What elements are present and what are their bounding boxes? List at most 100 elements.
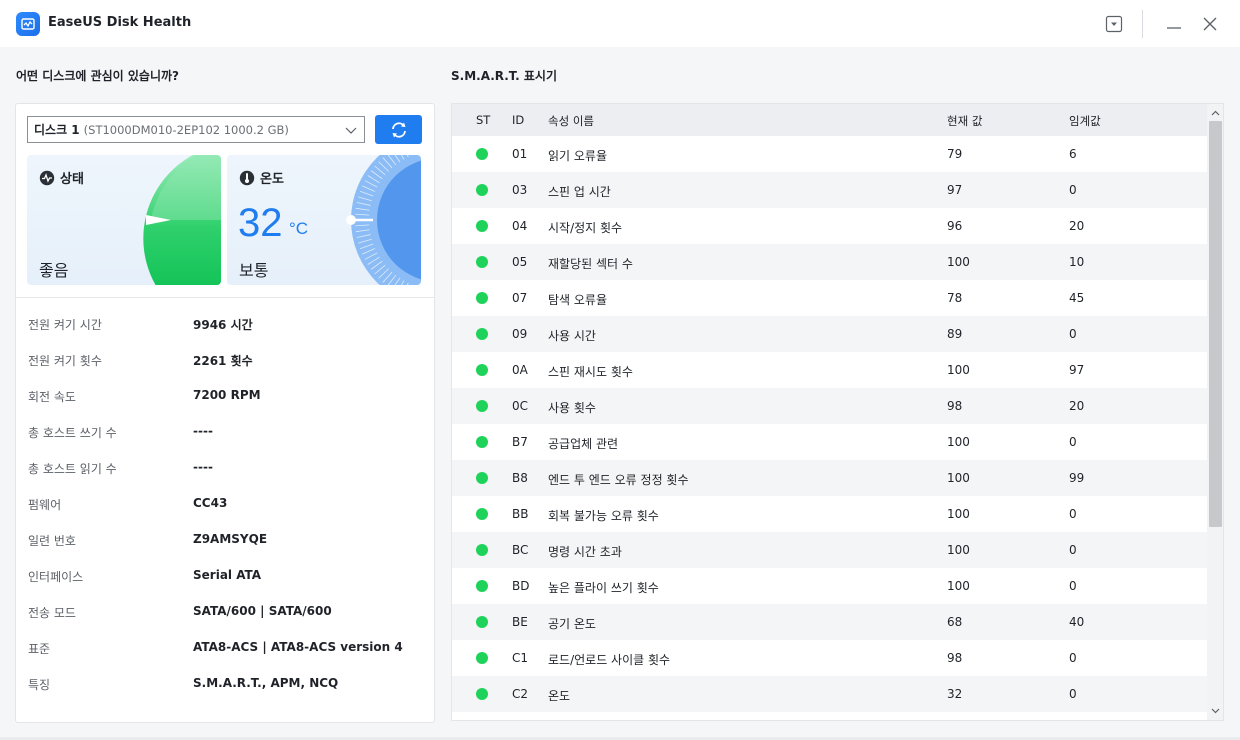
info-row: 전원 켜기 시간 9946 시간 xyxy=(28,316,428,336)
table-row[interactable]: B8 엔드 투 엔드 오류 정정 횟수 100 99 xyxy=(452,460,1207,496)
header-current: 현재 값 xyxy=(947,114,983,128)
status-dot-icon xyxy=(476,400,488,412)
attribute-name: 로드/언로드 사이클 횟수 xyxy=(548,653,671,667)
status-dot-icon xyxy=(476,688,488,700)
minimize-button[interactable] xyxy=(1163,12,1185,36)
info-key: 펌웨어 xyxy=(28,498,62,512)
thermometer-icon xyxy=(239,170,255,185)
current-value: 100 xyxy=(947,543,970,557)
attribute-id: 07 xyxy=(512,291,528,305)
threshold-value: 20 xyxy=(1069,219,1085,233)
attribute-id: 03 xyxy=(512,183,528,197)
table-row[interactable]: 09 사용 시간 89 0 xyxy=(452,316,1207,352)
attribute-id: BE xyxy=(512,615,528,629)
attribute-id: C1 xyxy=(512,651,529,665)
threshold-value: 0 xyxy=(1069,507,1077,521)
current-value: 100 xyxy=(947,471,970,485)
disk-select-dropdown[interactable]: 디스크 1 (ST1000DM010-2EP102 1000.2 GB) xyxy=(27,116,365,143)
scroll-up-icon[interactable] xyxy=(1211,110,1220,116)
temperature-value: 32 xyxy=(238,201,283,245)
threshold-value: 99 xyxy=(1069,471,1085,485)
status-dot-icon xyxy=(476,580,488,592)
table-row[interactable]: B7 공급업체 관련 100 0 xyxy=(452,424,1207,460)
smart-heading: S.M.A.R.T. 표시기 xyxy=(451,69,558,83)
info-row: 인터페이스 Serial ATA xyxy=(28,568,428,588)
info-value: S.M.A.R.T., APM, NCQ xyxy=(193,676,339,690)
attribute-id: B8 xyxy=(512,471,528,485)
temperature-label: 온도 xyxy=(239,168,284,187)
table-row[interactable]: C1 로드/언로드 사이클 횟수 98 0 xyxy=(452,640,1207,676)
attribute-name: 공기 온도 xyxy=(548,617,596,631)
attribute-id: 0A xyxy=(512,363,528,377)
status-dot-icon xyxy=(476,220,488,232)
current-value: 100 xyxy=(947,435,970,449)
menu-dropdown-button[interactable] xyxy=(1104,12,1124,36)
close-icon xyxy=(1203,17,1217,31)
header-st: ST xyxy=(476,113,491,127)
info-key: 표준 xyxy=(28,642,51,656)
title-bar: EaseUS Disk Health xyxy=(0,0,1240,47)
threshold-value: 10 xyxy=(1069,255,1085,269)
attribute-name: 높은 플라이 쓰기 횟수 xyxy=(548,581,659,595)
info-row: 특징 S.M.A.R.T., APM, NCQ xyxy=(28,676,428,696)
table-header: ST ID 속성 이름 현재 값 임계값 xyxy=(452,104,1207,136)
table-row[interactable]: BC 명령 시간 초과 100 0 xyxy=(452,532,1207,568)
info-key: 특징 xyxy=(28,678,51,692)
info-value: Z9AMSYQE xyxy=(193,532,268,546)
table-scrollbar[interactable] xyxy=(1207,104,1223,720)
pulse-icon xyxy=(39,170,55,185)
current-value: 68 xyxy=(947,615,963,629)
table-row[interactable]: 04 시작/정지 횟수 96 20 xyxy=(452,208,1207,244)
table-row[interactable]: C2 온도 32 0 xyxy=(452,676,1207,712)
scroll-down-icon[interactable] xyxy=(1211,708,1220,714)
title-separator xyxy=(1142,10,1143,38)
scroll-thumb[interactable] xyxy=(1209,121,1222,527)
disk-question-heading: 어떤 디스크에 관심이 있습니까? xyxy=(16,69,180,83)
attribute-id: C2 xyxy=(512,687,529,701)
attribute-name: 사용 시간 xyxy=(548,329,596,343)
panel-divider xyxy=(16,297,434,298)
info-value: Serial ATA xyxy=(193,568,262,582)
table-row[interactable]: BD 높은 플라이 쓰기 횟수 100 0 xyxy=(452,568,1207,604)
table-row[interactable]: 03 스핀 업 시간 97 0 xyxy=(452,172,1207,208)
app-logo-icon xyxy=(16,12,40,36)
attribute-name: 온도 xyxy=(548,689,571,703)
table-row[interactable]: 07 탐색 오류율 78 45 xyxy=(452,280,1207,316)
status-dot-icon xyxy=(476,436,488,448)
attribute-id: 09 xyxy=(512,327,528,341)
current-value: 96 xyxy=(947,219,963,233)
info-key: 전원 켜기 횟수 xyxy=(28,354,102,368)
current-value: 98 xyxy=(947,651,963,665)
table-row[interactable]: BE 공기 온도 68 40 xyxy=(452,604,1207,640)
info-value: ---- xyxy=(193,424,213,438)
info-value: SATA/600 | SATA/600 xyxy=(193,604,332,618)
info-value: CC43 xyxy=(193,496,228,510)
info-row: 전송 모드 SATA/600 | SATA/600 xyxy=(28,604,428,624)
attribute-id: 04 xyxy=(512,219,528,233)
temperature-unit: °C xyxy=(289,219,309,238)
attribute-name: 재할당된 섹터 수 xyxy=(548,257,633,271)
minimize-icon xyxy=(1167,27,1181,29)
attribute-name: 시작/정지 횟수 xyxy=(548,221,623,235)
status-dot-icon xyxy=(476,364,488,376)
table-row[interactable]: BB 회복 불가능 오류 횟수 100 0 xyxy=(452,496,1207,532)
status-dot-icon xyxy=(476,328,488,340)
info-row: 총 호스트 쓰기 수 ---- xyxy=(28,424,428,444)
info-value: 9946 시간 xyxy=(193,318,253,332)
info-key: 전송 모드 xyxy=(28,606,76,620)
attribute-id: B7 xyxy=(512,435,528,449)
table-row[interactable]: 01 읽기 오류율 79 6 xyxy=(452,136,1207,172)
info-row: 표준 ATA8-ACS | ATA8-ACS version 4 xyxy=(28,640,428,660)
close-button[interactable] xyxy=(1199,12,1221,36)
info-row: 회전 속도 7200 RPM xyxy=(28,388,428,408)
attribute-id: BB xyxy=(512,507,529,521)
table-row[interactable]: 0A 스핀 재시도 횟수 100 97 xyxy=(452,352,1207,388)
table-row[interactable]: 0C 사용 횟수 98 20 xyxy=(452,388,1207,424)
table-row[interactable]: 05 재할당된 섹터 수 100 10 xyxy=(452,244,1207,280)
current-value: 100 xyxy=(947,507,970,521)
status-dot-icon xyxy=(476,508,488,520)
attribute-name: 명령 시간 초과 xyxy=(548,545,622,559)
threshold-value: 20 xyxy=(1069,399,1085,413)
refresh-button[interactable] xyxy=(375,115,422,144)
header-name: 속성 이름 xyxy=(548,114,594,128)
